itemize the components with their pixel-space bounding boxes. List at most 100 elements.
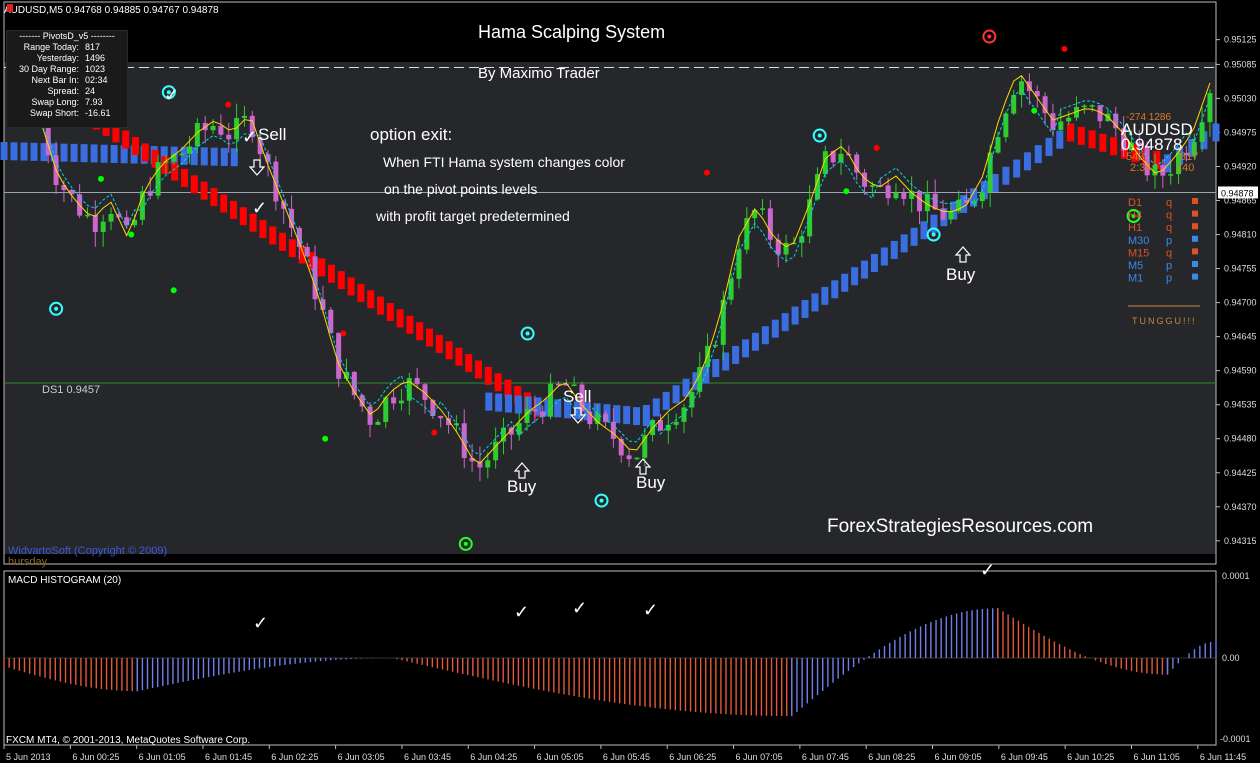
hama-bar — [900, 234, 908, 253]
hama-bar — [1110, 137, 1118, 156]
hama-bar — [465, 354, 473, 373]
candle-body — [218, 125, 224, 135]
timeframe-label: M15 — [1128, 247, 1149, 259]
hama-bar — [1067, 123, 1075, 142]
pivots-row: 30 Day Range: 1023 — [7, 64, 127, 75]
x-tick-label: 6 Jun 05:05 — [537, 752, 584, 762]
swap-long-value: 7.93 — [85, 97, 103, 107]
hama-bar — [10, 142, 18, 161]
candle-body — [438, 415, 444, 419]
signal-dot — [873, 144, 880, 151]
hama-bar — [396, 309, 404, 328]
hama-bar — [732, 345, 740, 364]
hama-bar — [494, 373, 502, 392]
hama-bar — [742, 339, 750, 358]
hama-bar — [171, 162, 179, 181]
hama-bar — [1056, 130, 1064, 149]
hama-bar — [662, 391, 670, 410]
candle-body — [367, 406, 373, 425]
candle-body — [1050, 113, 1056, 130]
candle-body — [838, 153, 844, 163]
day-label: hursday — [8, 556, 48, 568]
timeframe-signal-box — [1192, 198, 1198, 204]
hama-bar — [1045, 137, 1053, 156]
timeframe-label: H1 — [1128, 222, 1142, 234]
candle-body — [485, 460, 491, 468]
candle-body — [100, 221, 106, 232]
sell-label: Sell — [258, 125, 286, 144]
candle-body — [92, 214, 98, 232]
candle-body — [391, 397, 397, 404]
hama-bar — [210, 188, 218, 207]
check-mark-icon: ✓ — [253, 613, 268, 633]
y-tick-label: 0.94645 — [1224, 332, 1257, 342]
hama-bar — [920, 221, 928, 240]
hama-bar — [357, 283, 365, 302]
hama-bar — [1077, 126, 1085, 145]
macd-top-tick: 0.0001 — [1222, 571, 1250, 581]
buy-label: Buy — [946, 265, 976, 284]
y-tick-label: 0.94755 — [1224, 264, 1257, 274]
hama-bar — [781, 313, 789, 332]
x-tick-label: 6 Jun 11:45 — [1200, 752, 1246, 762]
hama-bar — [504, 394, 512, 413]
spread-value: 24 — [85, 86, 96, 96]
hama-bar — [1034, 145, 1042, 164]
hama-bar — [110, 144, 118, 163]
signal-dot — [1031, 107, 1038, 114]
hama-bar — [841, 273, 849, 292]
x-tick-label: 6 Jun 08:25 — [868, 752, 915, 762]
hama-bar — [279, 232, 287, 251]
hama-bar — [141, 143, 149, 162]
timeframe-signal: p — [1166, 273, 1172, 285]
hama-bar — [751, 332, 759, 351]
check-mark-icon: ✓ — [164, 85, 179, 105]
signal-dot — [431, 429, 438, 436]
signal-ring-center — [817, 133, 822, 138]
hama-bar — [435, 334, 443, 353]
30-day-range-label: 30 Day Range: — [18, 64, 79, 74]
timeframe-signal: p — [1166, 235, 1172, 247]
signal-ring-center — [54, 306, 59, 311]
check-mark-icon: ✓ — [242, 127, 257, 147]
hama-bar — [327, 264, 335, 283]
sell-label: Sell — [563, 387, 591, 406]
hama-bar — [190, 175, 198, 194]
timeframe-label: M30 — [1128, 235, 1149, 247]
yesterday-value: 1496 — [85, 53, 106, 63]
hama-bar — [347, 277, 355, 296]
x-tick-label: 5 Jun 2013 — [6, 752, 51, 762]
candle-body — [516, 423, 522, 435]
hama-bar — [484, 366, 492, 385]
ds1-label: DS1 0.9457 — [42, 384, 100, 396]
hama-bar — [633, 407, 641, 426]
macd-label: MACD HISTOGRAM (20) — [8, 575, 121, 586]
y-tick-label: 0.94700 — [1224, 298, 1257, 308]
hama-bar — [60, 143, 68, 162]
x-tick-label: 6 Jun 10:25 — [1067, 752, 1114, 762]
candle-body — [1152, 164, 1158, 176]
hama-bar — [406, 315, 414, 334]
check-mark-icon: ✓ — [572, 598, 587, 618]
check-mark-icon: ✓ — [514, 602, 529, 622]
candle-body — [869, 185, 875, 187]
signal-dot — [170, 287, 177, 294]
signal-dot — [128, 231, 135, 238]
30-day-range-value: 1023 — [85, 64, 106, 74]
exit-rule-line: on the pivot points levels — [384, 181, 537, 197]
pivots-panel-title: ------- PivotsD_v5 -------- — [19, 31, 115, 41]
x-tick-label: 6 Jun 01:45 — [205, 752, 252, 762]
x-tick-label: 6 Jun 07:05 — [736, 752, 783, 762]
y-tick-label: 0.94480 — [1224, 434, 1257, 444]
mt4-chart-window: 0.95125 0.95085 0.95030 0.94975 0.94920 0.948… — [0, 0, 1260, 763]
hama-bar — [485, 392, 493, 411]
hama-bar — [554, 399, 562, 418]
x-tick-label: 6 Jun 00:25 — [72, 752, 119, 762]
candle-body — [1003, 113, 1009, 138]
hama-bar — [642, 404, 650, 423]
y-tick-label: 0.94590 — [1224, 366, 1257, 376]
chart-subtitle: By Maximo Trader — [478, 65, 600, 82]
candle-body — [532, 409, 538, 412]
hama-bar — [771, 319, 779, 338]
candle-body — [328, 309, 334, 333]
